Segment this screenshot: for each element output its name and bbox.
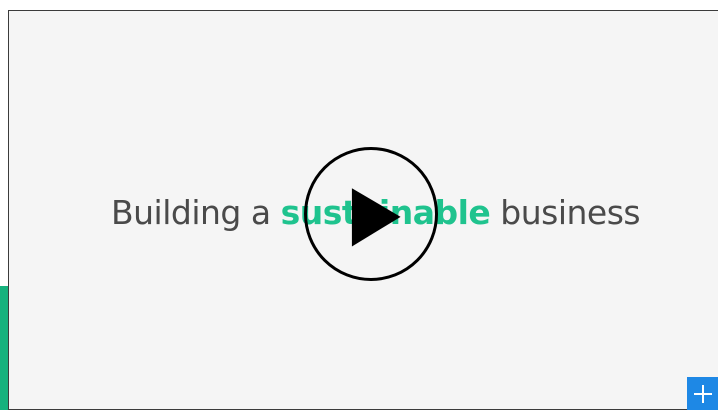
video-player[interactable]: Building a sustainable business — [8, 10, 718, 410]
plus-icon — [694, 385, 712, 403]
headline-text-end: business — [490, 193, 641, 232]
expand-button[interactable] — [687, 377, 718, 410]
play-button[interactable] — [304, 147, 438, 281]
play-icon — [351, 188, 401, 247]
headline-text-start: Building a — [111, 193, 281, 232]
left-accent-bar — [0, 286, 8, 410]
